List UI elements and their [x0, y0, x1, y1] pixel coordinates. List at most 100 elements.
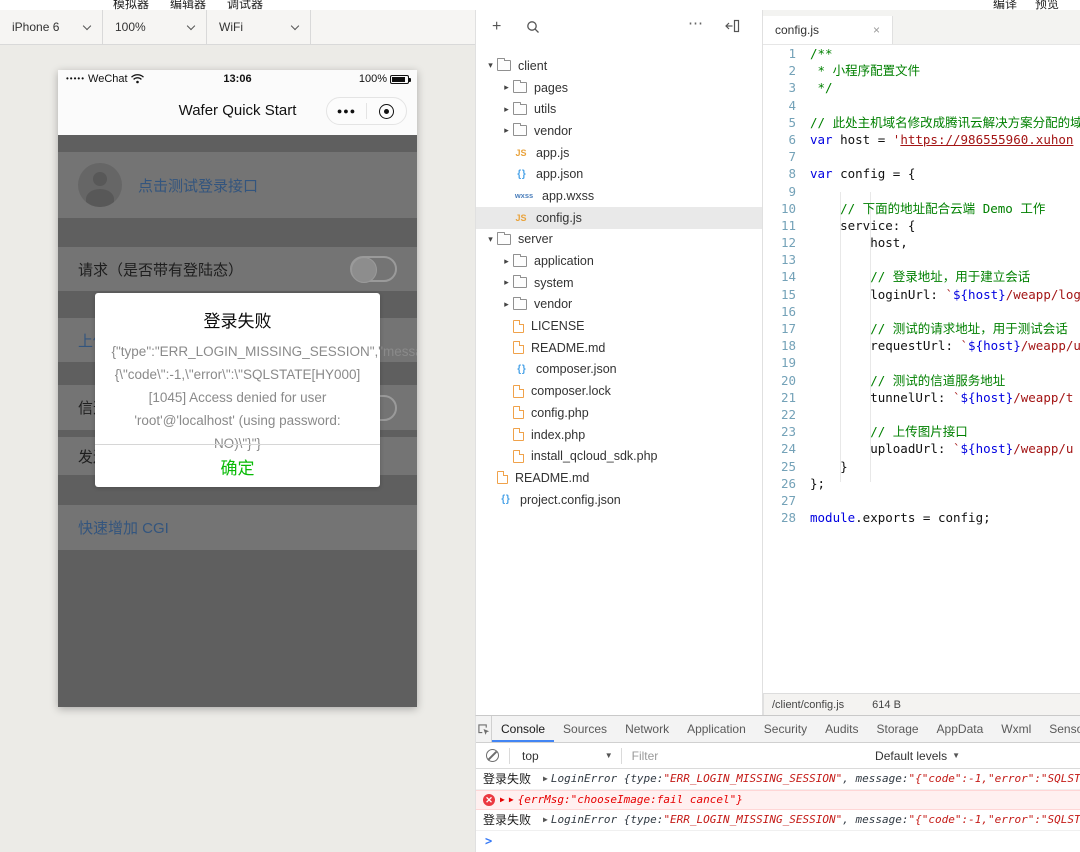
console-prompt[interactable]: > [476, 831, 1080, 851]
code-line[interactable]: 20 // 测试的信道服务地址 [763, 372, 1080, 389]
menu-simulator[interactable]: 模拟器 [113, 0, 149, 10]
code-line[interactable]: 15 loginUrl: `${host}/weapp/login [763, 286, 1080, 303]
tree-item-config.js[interactable]: JS config.js [476, 206, 762, 229]
zoom-select[interactable]: 100% [103, 10, 207, 44]
menu-compile[interactable]: 编译 [993, 0, 1017, 10]
code-line[interactable]: 11 service: { [763, 217, 1080, 234]
tree-item-README.md[interactable]: README.md [476, 337, 762, 359]
code-line[interactable]: 8 var config = { [763, 165, 1080, 182]
devtools-tab-wxml[interactable]: Wxml [992, 716, 1040, 742]
code-line[interactable]: 24 uploadUrl: `${host}/weapp/u [763, 440, 1080, 457]
tree-item-install_qcloud_sdk.php[interactable]: install_qcloud_sdk.php [476, 445, 762, 467]
login-test-link[interactable]: 点击测试登录接口 [138, 175, 258, 196]
tree-item-config.php[interactable]: config.php [476, 402, 762, 424]
code-line[interactable]: 21 tunnelUrl: `${host}/weapp/t [763, 389, 1080, 406]
code-line[interactable]: 1 /** [763, 45, 1080, 62]
code-line[interactable]: 16 [763, 303, 1080, 320]
collapse-panel-icon[interactable] [725, 19, 740, 38]
code-line[interactable]: 25 } [763, 458, 1080, 475]
search-icon[interactable] [526, 20, 540, 39]
tree-item-pages[interactable]: ▸ pages [476, 77, 762, 99]
line-content [796, 183, 810, 200]
tree-down-arrow-icon[interactable]: ▾ [484, 60, 497, 71]
tree-right-arrow-icon[interactable]: ▸ [500, 277, 513, 288]
close-icon[interactable]: × [873, 23, 880, 37]
console-message-error[interactable]: ✕ ▶ ▶ {errMsg: "chooseImage:fail cancel"} [476, 789, 1080, 810]
devtools-tab-sources[interactable]: Sources [554, 716, 616, 742]
code-line[interactable]: 28 module.exports = config; [763, 509, 1080, 526]
context-select[interactable]: top ▼ [510, 749, 621, 763]
more-icon[interactable]: ●●● [327, 106, 366, 116]
code-line[interactable]: 27 [763, 492, 1080, 509]
code-line[interactable]: 18 requestUrl: `${host}/weapp/user [763, 337, 1080, 354]
menu-preview[interactable]: 预览 [1035, 0, 1059, 10]
code-line[interactable]: 10 // 下面的地址配合云端 Demo 工作 [763, 200, 1080, 217]
cgi-row[interactable]: 快速增加 CGI [58, 505, 417, 550]
tree-right-arrow-icon[interactable]: ▸ [500, 256, 513, 267]
tree-item-app.json[interactable]: { } app.json [476, 163, 762, 185]
tree-item-LICENSE[interactable]: LICENSE [476, 315, 762, 337]
tree-right-arrow-icon[interactable]: ▸ [500, 104, 513, 115]
code-line[interactable]: 13 [763, 251, 1080, 268]
code-line[interactable]: 26}; [763, 475, 1080, 492]
tree-item-project.config.json[interactable]: { } project.config.json [476, 489, 762, 511]
tree-right-arrow-icon[interactable]: ▸ [500, 299, 513, 310]
code-line[interactable]: 2 * 小程序配置文件 [763, 62, 1080, 79]
tree-item-app.js[interactable]: JS app.js [476, 142, 762, 164]
devtools-tab-network[interactable]: Network [616, 716, 678, 742]
code-area[interactable]: 1/** 2 * 小程序配置文件 3 */4 5// 此处主机域名修改成腾讯云解决方案… [763, 45, 1080, 526]
code-line[interactable]: 3 */ [763, 79, 1080, 96]
code-line[interactable]: 22 [763, 406, 1080, 423]
inspect-element-icon[interactable] [476, 716, 492, 742]
code-line[interactable]: 7 [763, 148, 1080, 165]
code-line[interactable]: 5 // 此处主机域名修改成腾讯云解决方案分配的域名 [763, 114, 1080, 131]
tree-item-application[interactable]: ▸ application [476, 250, 762, 272]
tree-item-system[interactable]: ▸ system [476, 272, 762, 294]
menu-debugger[interactable]: 调试器 [227, 0, 263, 10]
clear-console-icon[interactable] [486, 749, 499, 762]
ok-button[interactable]: 确定 [221, 454, 255, 479]
tree-item-composer.lock[interactable]: composer.lock [476, 380, 762, 402]
log-levels-select[interactable]: Default levels ▼ [875, 749, 1080, 763]
tree-item-server[interactable]: ▾ server [476, 229, 762, 251]
tab-config-js[interactable]: config.js × [763, 16, 893, 44]
tree-item-client[interactable]: ▾ client [476, 55, 762, 77]
code-line[interactable]: 19 [763, 354, 1080, 371]
tree-item-vendor[interactable]: ▸ vendor [476, 294, 762, 316]
tree-item-index.php[interactable]: index.php [476, 424, 762, 446]
tree-item-vendor[interactable]: ▸ vendor [476, 120, 762, 142]
tree-item-app.wxss[interactable]: wxss app.wxss [476, 185, 762, 207]
console-message-log[interactable]: 登录失败 ▶ LoginError {type: "ERR_LOGIN_MISSIN… [476, 810, 1080, 831]
tree-item-utils[interactable]: ▸ utils [476, 98, 762, 120]
tree-right-arrow-icon[interactable]: ▸ [500, 125, 513, 136]
code-line[interactable]: 9 [763, 183, 1080, 200]
console-filter-input[interactable]: Filter [622, 749, 875, 763]
code-line[interactable]: 23 // 上传图片接口 [763, 423, 1080, 440]
device-select[interactable]: iPhone 6 [0, 10, 103, 44]
code-line[interactable]: 6 var host = 'https://986555960.xuhon [763, 131, 1080, 148]
devtools-tab-application[interactable]: Application [678, 716, 755, 742]
code-line[interactable]: 4 [763, 97, 1080, 114]
tree-item-composer.json[interactable]: { } composer.json [476, 359, 762, 381]
more-options-icon[interactable]: ⋯ [688, 14, 704, 32]
cgi-link[interactable]: 快速增加 CGI [78, 517, 169, 538]
code-line[interactable]: 17 // 测试的请求地址，用于测试会话 [763, 320, 1080, 337]
tree-down-arrow-icon[interactable]: ▾ [484, 234, 497, 245]
exit-target-icon[interactable] [367, 103, 406, 119]
devtools-tab-audits[interactable]: Audits [816, 716, 867, 742]
user-row[interactable]: 点击测试登录接口 [58, 152, 417, 218]
devtools-tab-security[interactable]: Security [755, 716, 816, 742]
add-file-icon[interactable]: + [492, 19, 501, 35]
code-line[interactable]: 14 // 登录地址，用于建立会话 [763, 268, 1080, 285]
devtools-tab-storage[interactable]: Storage [868, 716, 928, 742]
tree-item-README.md[interactable]: README.md [476, 467, 762, 489]
devtools-tab-console[interactable]: Console [492, 716, 554, 742]
devtools-tab-appdata[interactable]: AppData [928, 716, 993, 742]
tree-right-arrow-icon[interactable]: ▸ [500, 82, 513, 93]
console-message-log[interactable]: 登录失败 ▶ LoginError {type: "ERR_LOGIN_MISSIN… [476, 769, 1080, 790]
menu-editor[interactable]: 编辑器 [170, 0, 206, 10]
network-select[interactable]: WiFi [207, 10, 311, 44]
devtools-tab-sensor[interactable]: Sensor [1040, 716, 1080, 742]
code-line[interactable]: 12 host, [763, 234, 1080, 251]
request-toggle[interactable] [350, 256, 397, 283]
